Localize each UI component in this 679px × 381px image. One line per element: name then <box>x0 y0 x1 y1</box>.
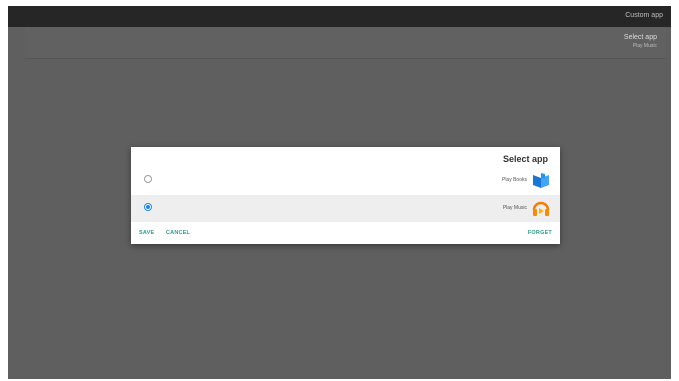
play-music-icon <box>532 201 550 216</box>
option-label: Play Music <box>502 205 527 211</box>
save-button[interactable]: SAVE <box>139 230 154 236</box>
option-play-music[interactable]: Play Music <box>131 195 560 222</box>
option-label: Play Books <box>501 177 527 183</box>
select-app-setting[interactable]: Select app Play Music <box>25 27 665 59</box>
setting-title: Select app <box>623 34 657 41</box>
radio-play-music[interactable] <box>144 203 152 211</box>
dialog-title: Select app <box>502 154 548 164</box>
play-books-icon <box>533 173 549 188</box>
app-title: Custom app <box>625 12 663 19</box>
setting-summary: Play Music <box>632 43 657 49</box>
cancel-button[interactable]: CANCEL <box>166 230 190 236</box>
select-app-dialog: Select app Play Books Play Music CANCEL … <box>131 147 560 244</box>
option-play-books[interactable]: Play Books <box>131 167 560 194</box>
top-bar: Custom app <box>8 6 671 27</box>
radio-play-books[interactable] <box>144 175 152 183</box>
forget-button[interactable]: FORGET <box>528 230 552 236</box>
dialog-actions: CANCEL SAVE FORGET <box>131 222 560 244</box>
app-screen: Custom app Select app Play Music Select … <box>8 6 671 379</box>
